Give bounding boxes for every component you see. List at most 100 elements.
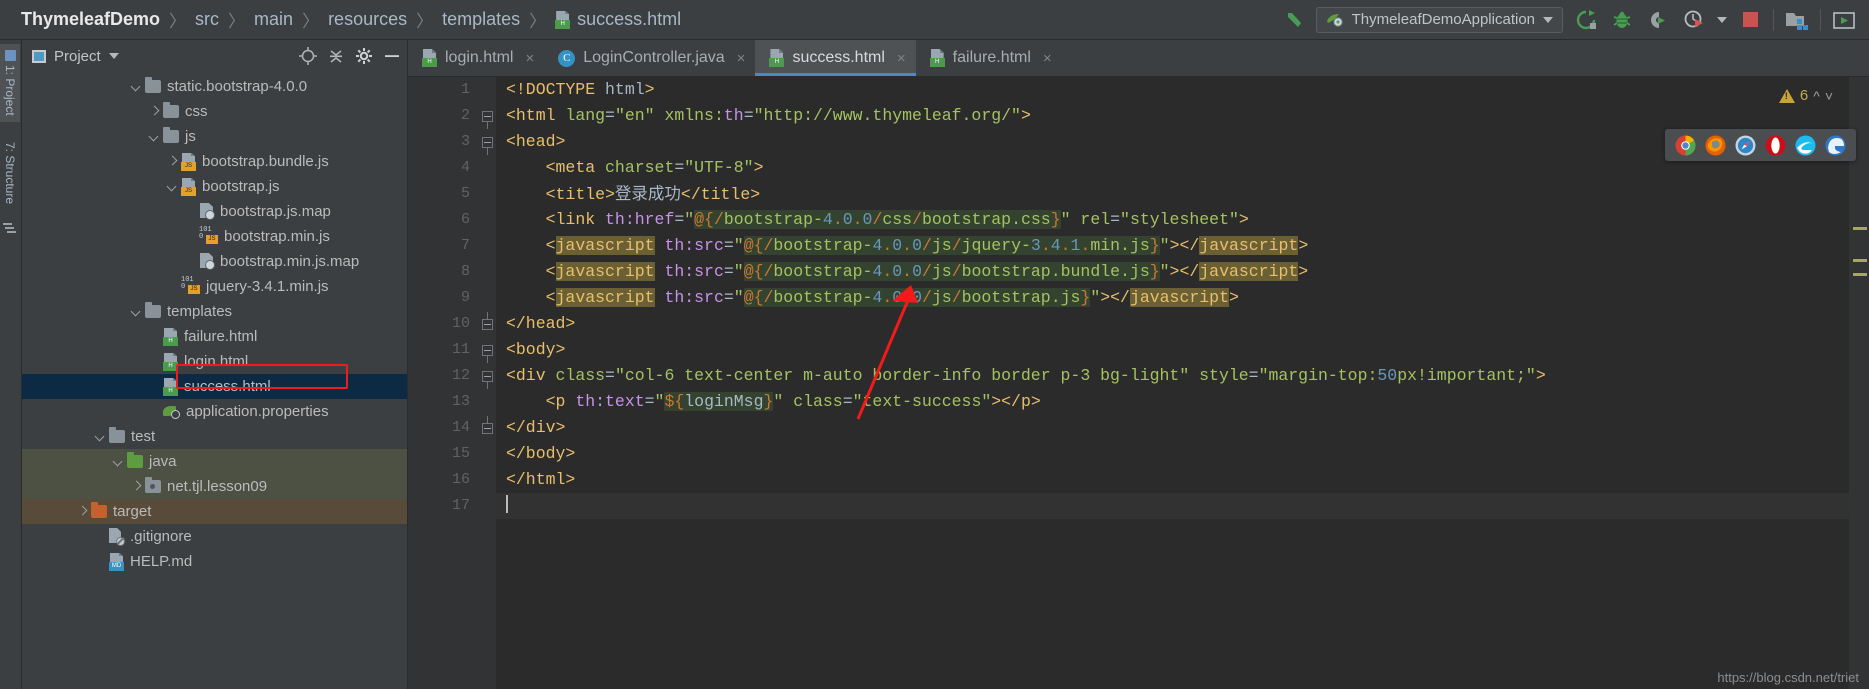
editor-tab[interactable]: C LoginController.java × bbox=[544, 40, 755, 76]
folder-icon bbox=[145, 302, 161, 318]
safari-icon[interactable] bbox=[1735, 135, 1756, 156]
internet-explorer-icon[interactable] bbox=[1795, 135, 1816, 156]
fold-marker[interactable] bbox=[482, 137, 493, 155]
warning-indicator[interactable]: 6 ^ ˅ bbox=[1778, 87, 1833, 104]
fold-gutter[interactable] bbox=[480, 77, 496, 689]
chevron-down-icon[interactable] bbox=[148, 130, 161, 143]
project-tree[interactable]: static.bootstrap-4.0.0 css js JS bootstrap.b… bbox=[22, 72, 407, 574]
debug-icon[interactable] bbox=[1609, 7, 1635, 33]
fold-marker[interactable] bbox=[482, 345, 493, 363]
chevron-down-icon[interactable] bbox=[130, 305, 143, 318]
rail-item-structure-label: 7: Structure bbox=[3, 141, 17, 204]
chevron-right-icon[interactable] bbox=[76, 505, 89, 518]
breadcrumb-file[interactable]: H success.html bbox=[548, 9, 688, 30]
tree-row[interactable]: MD HELP.md bbox=[22, 549, 407, 574]
tree-row[interactable]: java bbox=[22, 449, 407, 474]
hide-icon[interactable] bbox=[383, 47, 401, 65]
browser-launcher-popup[interactable] bbox=[1665, 129, 1856, 161]
tree-row[interactable]: Hsuccess.html bbox=[22, 374, 407, 399]
chevron-right-icon[interactable] bbox=[148, 105, 161, 118]
close-icon[interactable]: × bbox=[737, 50, 746, 67]
close-icon[interactable]: × bbox=[897, 50, 906, 67]
back-arrow-icon[interactable] bbox=[1280, 7, 1306, 33]
breadcrumb-item-src[interactable]: src bbox=[188, 9, 226, 30]
tree-row[interactable]: templates bbox=[22, 299, 407, 324]
rerun-icon[interactable] bbox=[1573, 7, 1599, 33]
chevron-down-icon[interactable] bbox=[108, 53, 119, 59]
rail-item-structure[interactable]: 7: Structure bbox=[0, 136, 20, 210]
run-console-icon[interactable] bbox=[1831, 7, 1857, 33]
run-configuration-selector[interactable]: ThymeleafDemoApplication bbox=[1315, 6, 1563, 33]
breadcrumb-item-resources[interactable]: resources bbox=[321, 9, 414, 30]
project-tool-icon bbox=[4, 50, 16, 61]
chevron-right-icon[interactable] bbox=[166, 155, 179, 168]
collapse-all-icon[interactable] bbox=[327, 47, 345, 65]
run-with-coverage-icon[interactable] bbox=[1645, 7, 1671, 33]
rail-item-project[interactable]: 1: Project bbox=[0, 44, 20, 122]
profiler-icon[interactable] bbox=[1681, 7, 1707, 33]
chevron-up-icon[interactable]: ^ bbox=[1813, 88, 1820, 104]
breadcrumb-item-templates[interactable]: templates bbox=[435, 9, 527, 30]
project-structure-icon[interactable] bbox=[1784, 7, 1810, 33]
settings-gear-icon[interactable] bbox=[355, 47, 373, 65]
chevron-down-icon[interactable] bbox=[130, 80, 143, 93]
editor-tab[interactable]: Hfailure.html × bbox=[916, 40, 1062, 76]
html-file-icon: H bbox=[769, 49, 785, 67]
firefox-icon[interactable] bbox=[1705, 135, 1726, 156]
code-lines[interactable]: <!DOCTYPE html> <html lang="en" xmlns:th… bbox=[496, 77, 1869, 689]
tree-row[interactable]: JS bootstrap.bundle.js bbox=[22, 149, 407, 174]
code-line-9: <javascript th:src="@{/bootstrap-4.0.0/j… bbox=[545, 288, 1239, 307]
editor-tab-label: login.html bbox=[445, 49, 514, 66]
tree-row[interactable]: bootstrap.min.js.map bbox=[22, 249, 407, 274]
opera-icon[interactable] bbox=[1765, 135, 1786, 156]
chrome-icon[interactable] bbox=[1675, 135, 1696, 156]
tree-row[interactable]: bootstrap.js.map bbox=[22, 199, 407, 224]
intellij-window: ThymeleafDemo 〉 src 〉 main 〉 resources 〉… bbox=[0, 0, 1869, 689]
editor-tab-label: LoginController.java bbox=[583, 49, 725, 66]
chevron-right-icon[interactable] bbox=[130, 480, 143, 493]
editor-tab[interactable]: Hsuccess.html × bbox=[755, 40, 916, 76]
line-number: 5 bbox=[460, 185, 470, 202]
tree-row[interactable]: css bbox=[22, 99, 407, 124]
fold-marker[interactable] bbox=[482, 416, 493, 434]
editor-tabs[interactable]: Hlogin.html × C LoginController.java × Hsucce… bbox=[408, 40, 1869, 77]
chevron-down-icon[interactable] bbox=[1717, 16, 1727, 23]
close-icon[interactable]: × bbox=[525, 50, 534, 67]
tree-row[interactable]: 101 0 JS jquery-3.4.1.min.js bbox=[22, 274, 407, 299]
tree-row[interactable]: 101 0 JS bootstrap.min.js bbox=[22, 224, 407, 249]
code-editor[interactable]: 1 2 3 4 5 6 7 8 9 10 11 12 13 14 15 16 17 <!DOCTYPE html… bbox=[408, 77, 1869, 689]
tree-row[interactable]: Hlogin.html bbox=[22, 349, 407, 374]
tree-row[interactable]: JS bootstrap.js bbox=[22, 174, 407, 199]
tree-row[interactable]: net.tjl.lesson09 bbox=[22, 474, 407, 499]
html-file-icon: H bbox=[163, 352, 178, 371]
tree-row[interactable]: static.bootstrap-4.0.0 bbox=[22, 74, 407, 99]
tree-row[interactable]: target bbox=[22, 499, 407, 524]
locate-icon[interactable] bbox=[299, 47, 317, 65]
tree-row-label: bootstrap.bundle.js bbox=[202, 153, 329, 170]
java-class-icon: C bbox=[558, 49, 576, 67]
tree-row[interactable]: application.properties bbox=[22, 399, 407, 424]
code-line-13: <p th:text="${loginMsg}" class="text-suc… bbox=[545, 392, 1041, 411]
stop-icon[interactable] bbox=[1737, 7, 1763, 33]
chevron-down-icon[interactable] bbox=[166, 180, 179, 193]
chevron-down-icon[interactable] bbox=[112, 455, 125, 468]
tree-row[interactable]: .gitignore bbox=[22, 524, 407, 549]
analysis-marker-bar[interactable] bbox=[1849, 77, 1869, 689]
edge-icon[interactable] bbox=[1825, 135, 1846, 156]
properties-file-icon bbox=[163, 404, 180, 419]
fold-marker[interactable] bbox=[482, 312, 493, 330]
fold-marker[interactable] bbox=[482, 371, 493, 389]
editor-tab[interactable]: Hlogin.html × bbox=[408, 40, 544, 76]
chevron-down-icon[interactable] bbox=[94, 430, 107, 443]
fold-marker[interactable] bbox=[482, 111, 493, 129]
tree-row[interactable]: test bbox=[22, 424, 407, 449]
close-icon[interactable]: × bbox=[1043, 50, 1052, 67]
chevron-down-icon[interactable]: ˅ bbox=[1825, 88, 1833, 104]
breadcrumb-project[interactable]: ThymeleafDemo bbox=[14, 9, 167, 30]
tree-row[interactable]: Hfailure.html bbox=[22, 324, 407, 349]
tree-row[interactable]: js bbox=[22, 124, 407, 149]
code-line-7: <javascript th:src="@{/bootstrap-4.0.0/j… bbox=[545, 236, 1309, 255]
breadcrumb-item-main[interactable]: main bbox=[247, 9, 300, 30]
